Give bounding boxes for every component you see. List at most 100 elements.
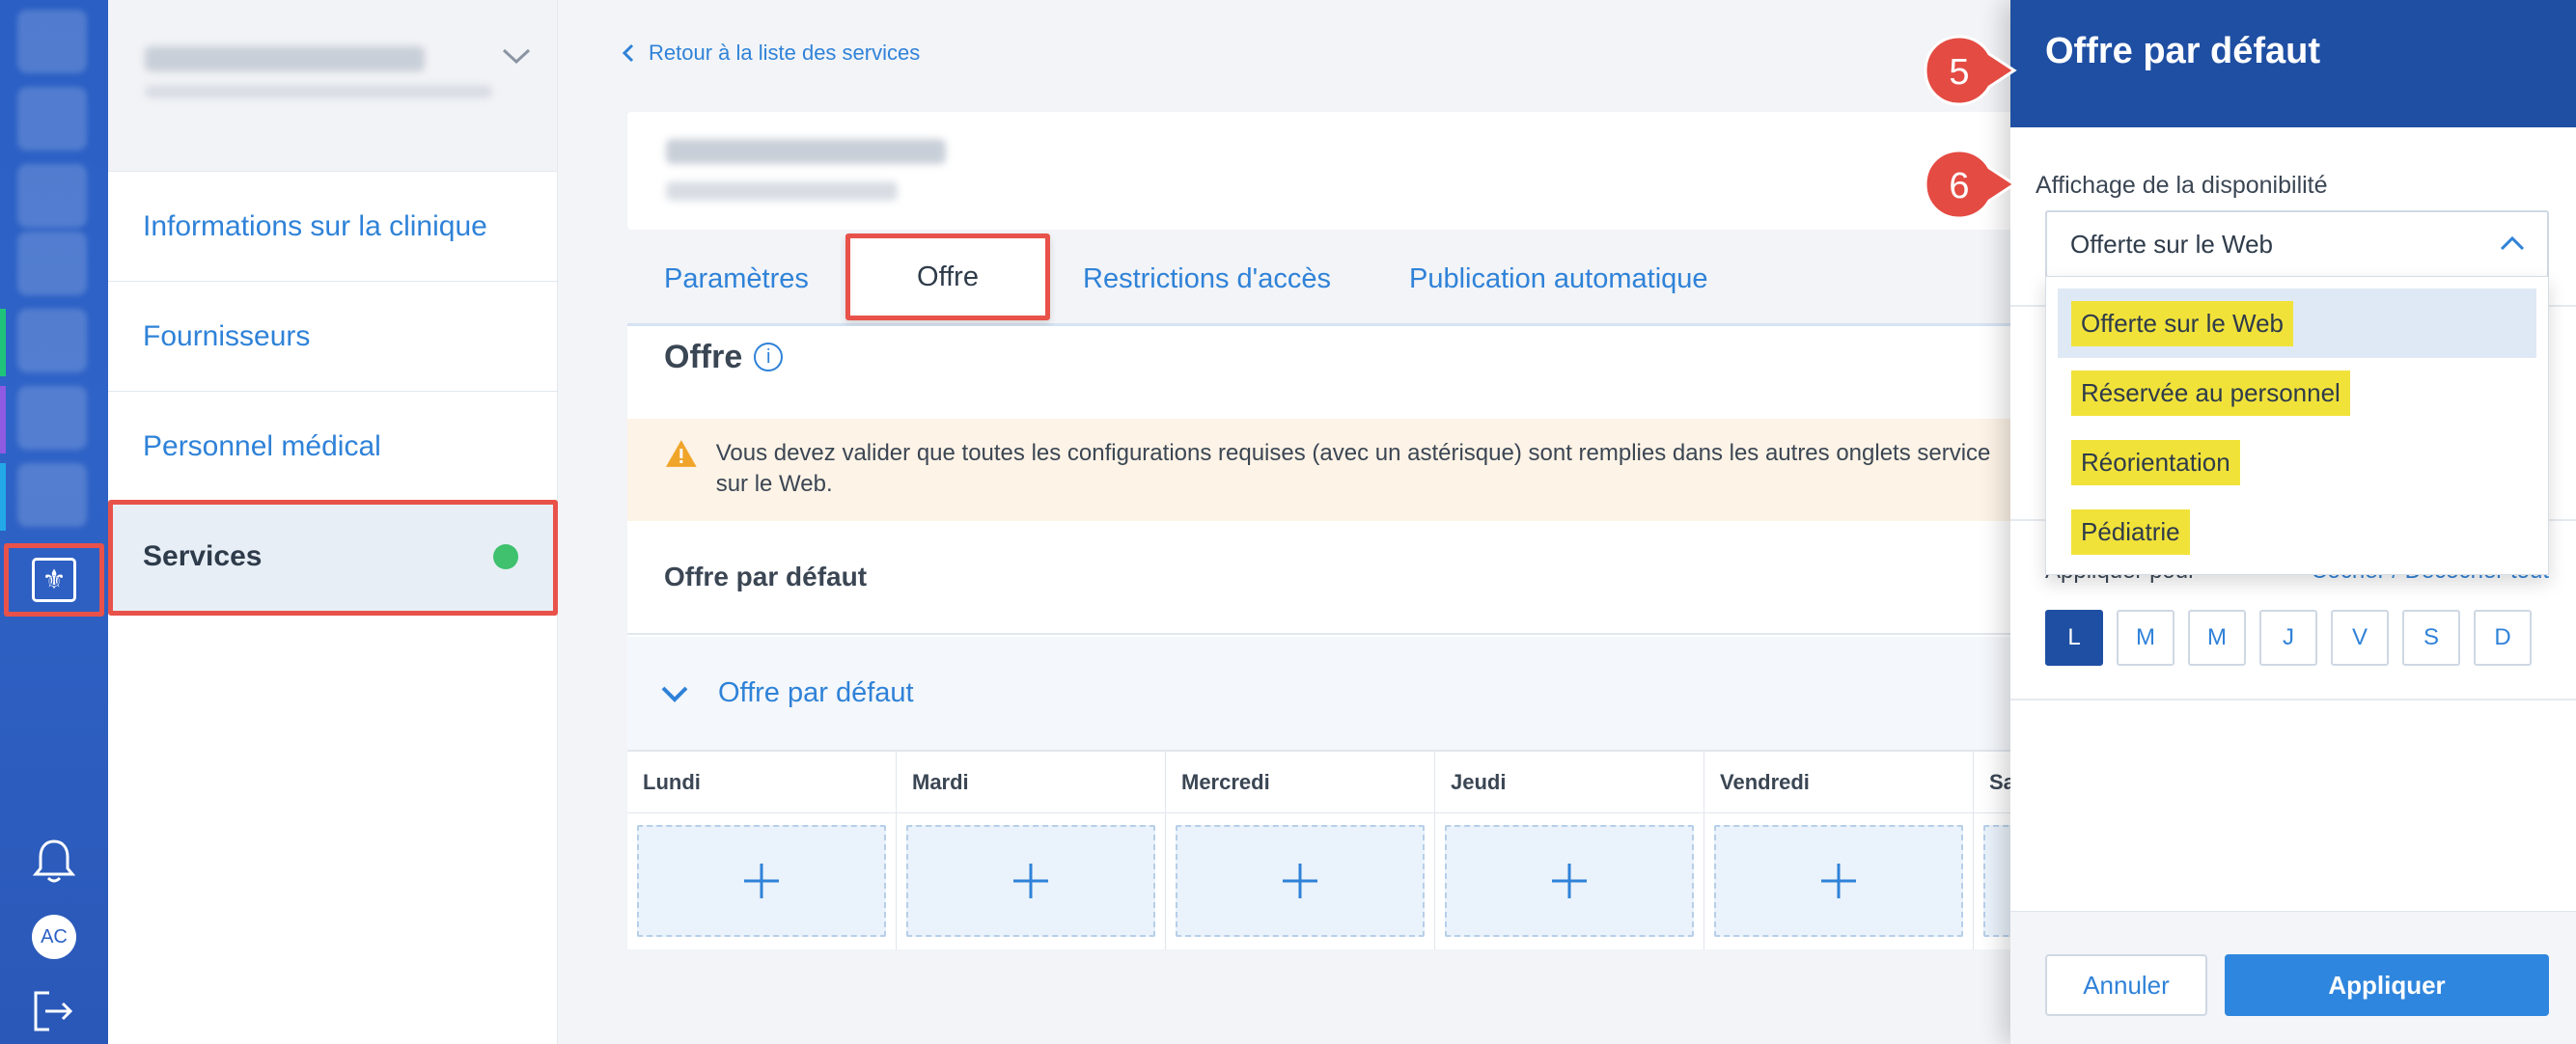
clinic-selector[interactable] xyxy=(108,0,557,172)
weekday-toggle-thursday[interactable]: J xyxy=(2259,610,2317,666)
tab-label: Publication automatique xyxy=(1409,262,1708,294)
add-slot-button[interactable] xyxy=(1714,825,1963,937)
section-title-text: Offre xyxy=(664,338,743,375)
rail-accent xyxy=(0,463,6,531)
offer-drawer: Offre par défaut Affichage de la disponi… xyxy=(2010,0,2576,1044)
bell-icon[interactable] xyxy=(25,832,83,890)
apply-button[interactable]: Appliquer xyxy=(2225,954,2549,1016)
logout-icon[interactable] xyxy=(25,982,83,1040)
option-referral[interactable]: Réorientation xyxy=(2058,427,2536,497)
weekday-grid: Lundi Mardi Mercredi Jeudi Vendredi Sa xyxy=(627,751,2243,950)
tab-label: Paramètres xyxy=(664,262,809,294)
tab-label: Offre xyxy=(917,261,979,292)
day-column: Jeudi xyxy=(1435,752,1704,950)
chevron-left-icon xyxy=(622,43,634,63)
tab-parameters[interactable]: Paramètres xyxy=(664,232,809,326)
rail-accent xyxy=(0,386,6,453)
back-to-services-link[interactable]: Retour à la liste des services xyxy=(622,41,920,66)
tab-auto-publication[interactable]: Publication automatique xyxy=(1409,232,1708,326)
chevron-down-icon[interactable] xyxy=(501,46,532,66)
plus-icon xyxy=(1283,864,1317,898)
app-rail: ⚜ AC xyxy=(0,0,108,1044)
sidebar-item-label: Services xyxy=(143,539,263,572)
option-staff-only[interactable]: Réservée au personnel xyxy=(2058,358,2536,427)
rail-item-blurred[interactable] xyxy=(17,386,87,450)
blurred-service-name xyxy=(666,139,946,164)
rail-item-blurred[interactable] xyxy=(17,463,87,527)
step-callout-5: 5 xyxy=(1916,31,2022,112)
day-label: Vendredi xyxy=(1704,752,1973,813)
availability-select[interactable]: Offerte sur le Web xyxy=(2045,210,2549,278)
chevron-down-icon xyxy=(661,686,688,702)
sidebar-item-clinic-info[interactable]: Informations sur la clinique xyxy=(108,172,557,282)
rail-item-blurred[interactable] xyxy=(17,10,87,73)
back-link-label: Retour à la liste des services xyxy=(649,41,921,65)
add-slot-button[interactable] xyxy=(1176,825,1425,937)
day-label: Mardi xyxy=(897,752,1165,813)
callout-number: 6 xyxy=(1949,165,1970,206)
default-offer-row[interactable]: Offre par défaut xyxy=(627,521,2017,635)
plus-icon xyxy=(1552,864,1587,898)
tab-label: Restrictions d'accès xyxy=(1083,262,1331,294)
day-label: Jeudi xyxy=(1435,752,1703,813)
blurred-clinic-address xyxy=(145,85,492,98)
default-offer-title: Offre par défaut xyxy=(664,562,868,591)
warning-icon xyxy=(665,440,697,467)
cancel-button[interactable]: Annuler xyxy=(2045,954,2207,1016)
chevron-up-icon xyxy=(2500,235,2525,251)
day-column: Lundi xyxy=(627,752,897,950)
plus-icon xyxy=(744,864,779,898)
warning-banner: Vous devez valider que toutes les config… xyxy=(627,419,2017,521)
default-offer-accordion[interactable]: Offre par défaut xyxy=(627,637,2017,751)
sidebar-item-label: Personnel médical xyxy=(143,429,381,462)
service-header-card xyxy=(627,112,2017,230)
fleur-de-lis-calendar-icon: ⚜ xyxy=(32,558,76,602)
weekday-picker: L M M J V S D xyxy=(2045,610,2532,666)
weekday-toggle-tuesday[interactable]: M xyxy=(2117,610,2174,666)
day-label: Mercredi xyxy=(1166,752,1434,813)
sidebar-item-services[interactable]: Services xyxy=(108,502,557,612)
weekday-toggle-friday[interactable]: V xyxy=(2331,610,2389,666)
offer-panel: Offre i Vous devez valider que toutes le… xyxy=(627,326,2243,950)
option-label: Réservée au personnel xyxy=(2071,370,2350,416)
avatar[interactable]: AC xyxy=(32,915,76,959)
callout-number: 5 xyxy=(1949,51,1970,93)
sidebar-item-providers[interactable]: Fournisseurs xyxy=(108,282,557,392)
availability-label: Affichage de la disponibilité xyxy=(2036,172,2328,199)
add-slot-button[interactable] xyxy=(637,825,886,937)
add-slot-button[interactable] xyxy=(906,825,1155,937)
blurred-service-subtitle xyxy=(666,181,898,201)
rail-item-blurred[interactable] xyxy=(17,87,87,151)
option-label: Offerte sur le Web xyxy=(2071,300,2294,346)
option-pediatrics[interactable]: Pédiatrie xyxy=(2058,497,2536,566)
weekday-toggle-monday[interactable]: L xyxy=(2045,610,2103,666)
sidebar-item-label: Fournisseurs xyxy=(143,319,311,352)
service-tabs: Paramètres Offre Restrictions d'accès Pu… xyxy=(627,232,2017,326)
step-callout-6: 6 xyxy=(1916,145,2022,226)
warning-text: Vous devez valider que toutes les config… xyxy=(715,440,1991,497)
accordion-title: Offre par défaut xyxy=(718,677,914,708)
weekday-toggle-saturday[interactable]: S xyxy=(2402,610,2460,666)
sidebar-item-medical-staff[interactable]: Personnel médical xyxy=(108,392,557,502)
select-value: Offerte sur le Web xyxy=(2070,229,2274,259)
rail-item-blurred[interactable] xyxy=(17,164,87,228)
drawer-footer: Annuler Appliquer xyxy=(2010,911,2576,1044)
rail-item-blurred[interactable] xyxy=(17,232,87,295)
option-web[interactable]: Offerte sur le Web xyxy=(2058,288,2536,358)
weekday-toggle-sunday[interactable]: D xyxy=(2474,610,2532,666)
day-column: Vendredi xyxy=(1704,752,1974,950)
info-icon[interactable]: i xyxy=(754,343,784,371)
day-column: Mardi xyxy=(897,752,1166,950)
availability-dropdown: Offerte sur le Web Réservée au personnel… xyxy=(2045,276,2549,575)
plus-icon xyxy=(1821,864,1856,898)
plus-icon xyxy=(1013,864,1048,898)
tab-offer[interactable]: Offre xyxy=(845,234,1050,320)
blurred-clinic-name xyxy=(145,46,425,71)
weekday-toggle-wednesday[interactable]: M xyxy=(2188,610,2246,666)
rail-item-services[interactable]: ⚜ xyxy=(4,543,104,617)
add-slot-button[interactable] xyxy=(1445,825,1694,937)
sidebar-item-label: Informations sur la clinique xyxy=(143,209,487,242)
tab-access-restrictions[interactable]: Restrictions d'accès xyxy=(1083,232,1331,326)
rail-accent xyxy=(0,309,6,376)
rail-item-blurred[interactable] xyxy=(17,309,87,372)
